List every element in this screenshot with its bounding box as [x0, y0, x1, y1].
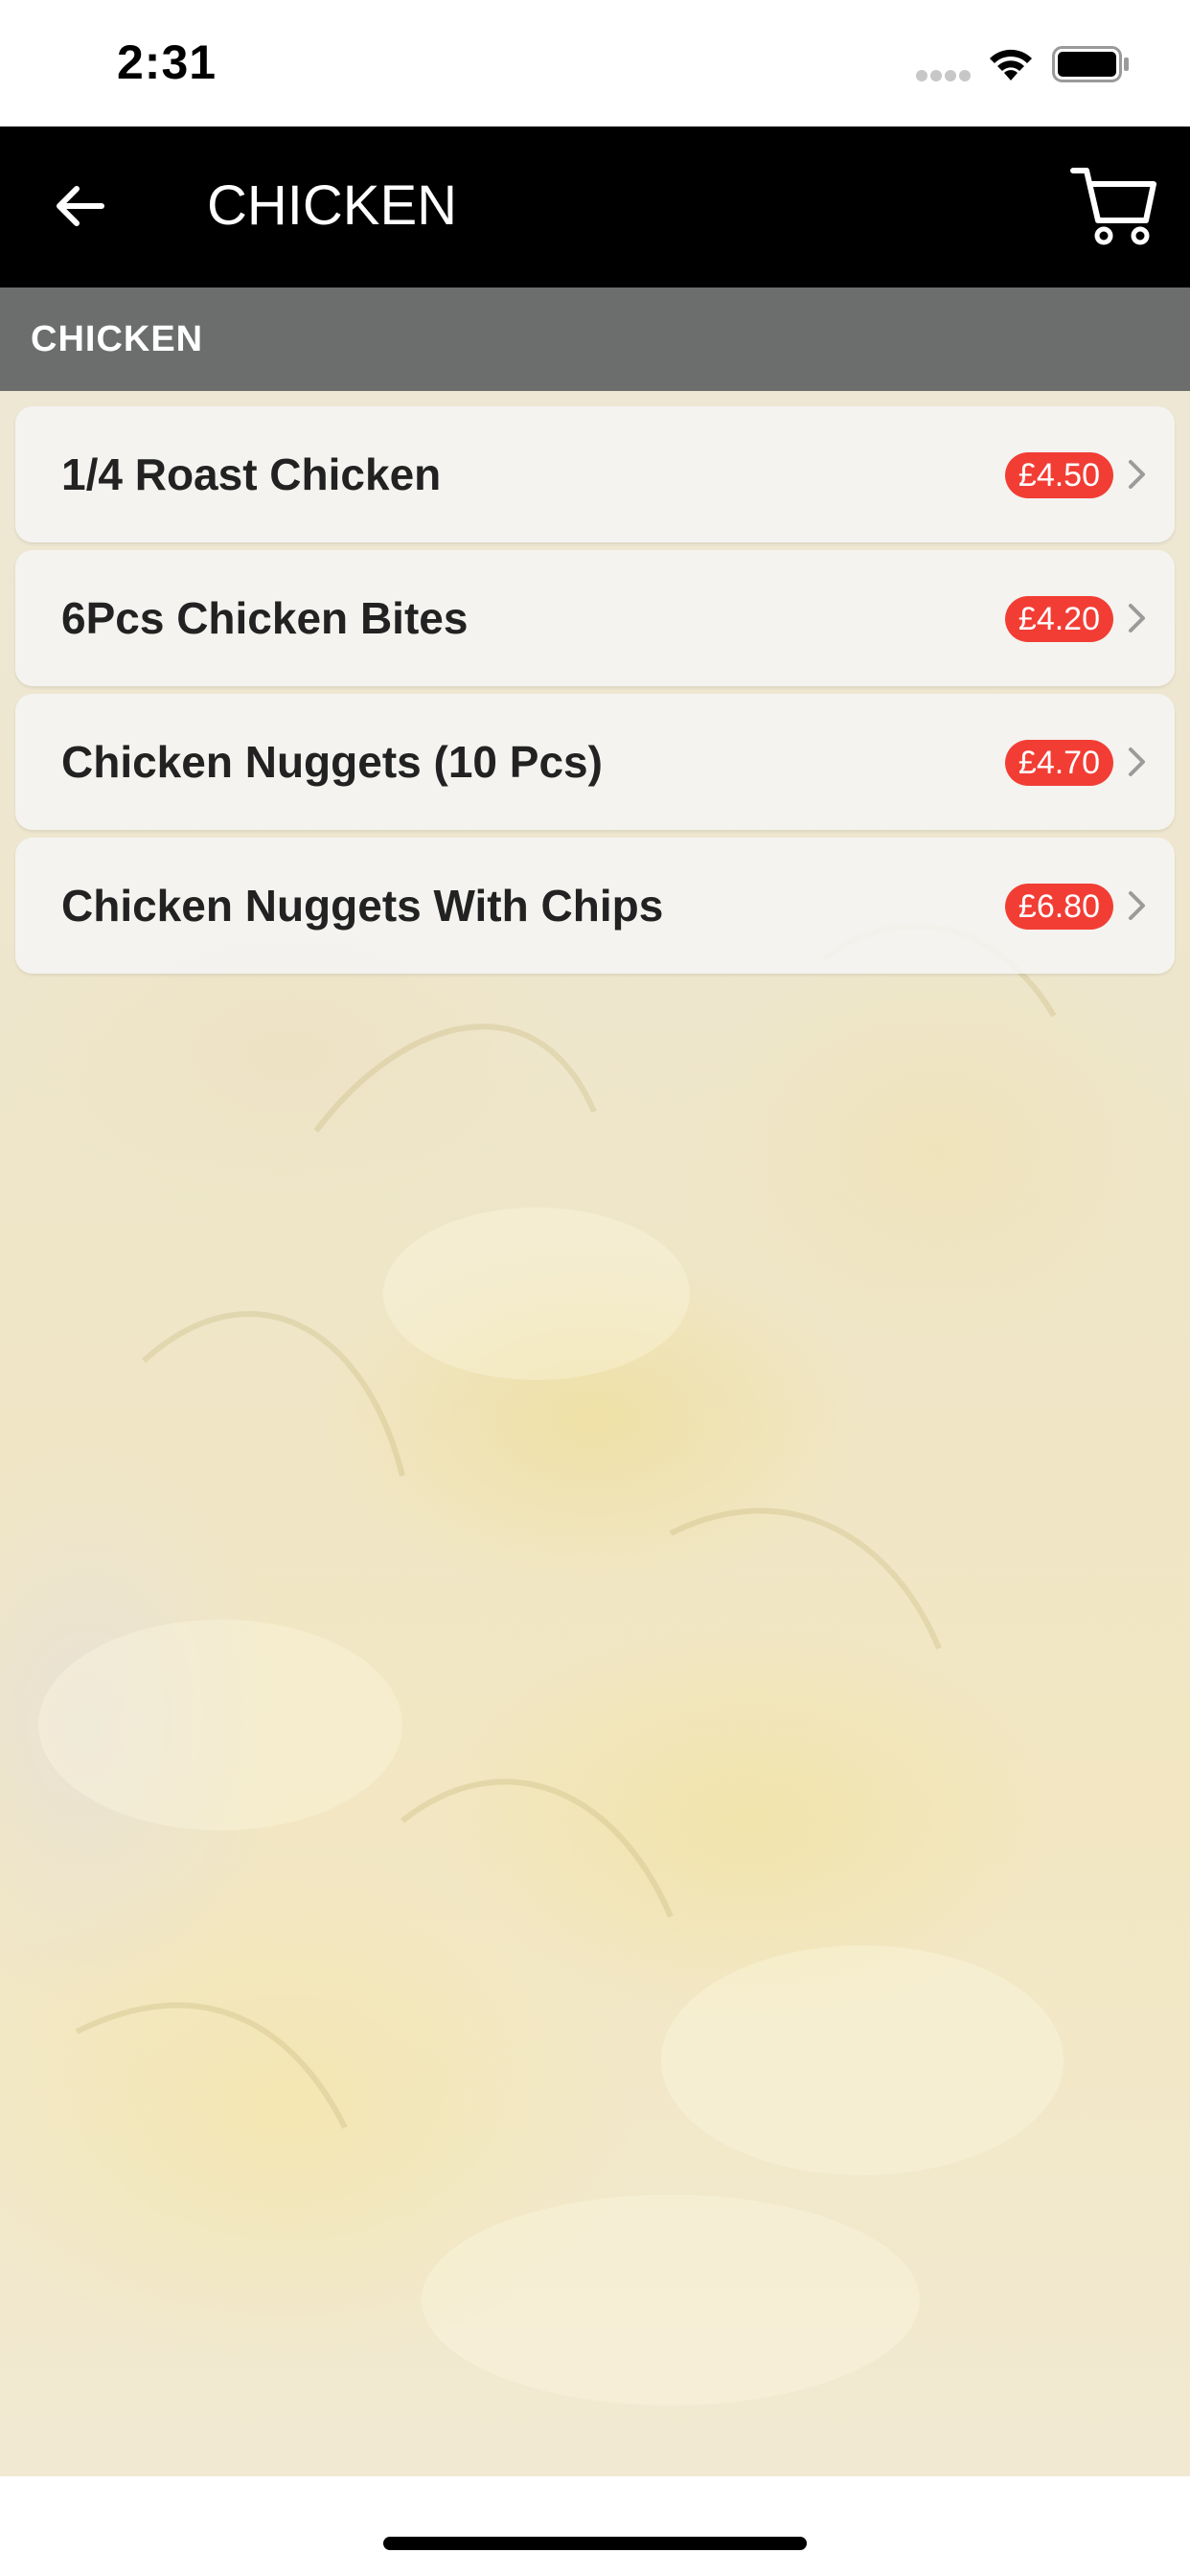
menu-item-row[interactable]: 6Pcs Chicken Bites £4.20 — [15, 550, 1175, 686]
wifi-icon — [990, 49, 1032, 80]
menu-item-name: 1/4 Roast Chicken — [61, 449, 442, 499]
price-badge: £4.20 — [1004, 596, 1113, 642]
menu-item-row[interactable]: 1/4 Roast Chicken £4.50 — [15, 406, 1175, 542]
menu-content[interactable]: CHICKEN 1/4 Roast Chicken £4.50 6Pcs Chi… — [0, 288, 1190, 2476]
section-header: CHICKEN — [0, 288, 1190, 391]
home-indicator[interactable] — [383, 2537, 807, 2550]
bottom-safe-area — [0, 2476, 1190, 2576]
chevron-right-icon — [1129, 748, 1145, 776]
shopping-cart-icon — [1070, 168, 1156, 245]
menu-item-row[interactable]: Chicken Nuggets With Chips £6.80 — [15, 838, 1175, 974]
price-badge: £4.50 — [1004, 452, 1113, 498]
back-button[interactable] — [46, 172, 113, 240]
nav-bar — [0, 126, 1190, 288]
arrow-left-icon — [57, 186, 104, 226]
price-badge: £4.70 — [1004, 740, 1113, 786]
menu-item-name: 6Pcs Chicken Bites — [61, 593, 469, 643]
cart-button[interactable] — [1069, 165, 1157, 247]
battery-icon — [1052, 46, 1129, 82]
chevron-right-icon — [1129, 604, 1145, 632]
price-badge: £6.80 — [1004, 884, 1113, 930]
page-title: CHICKEN — [207, 174, 458, 237]
chevron-right-icon — [1129, 891, 1145, 920]
status-time: 2:31 — [117, 35, 217, 89]
chevron-right-icon — [1129, 460, 1145, 489]
menu-item-name: Chicken Nuggets With Chips — [61, 881, 664, 931]
menu-item-name: Chicken Nuggets (10 Pcs) — [61, 737, 603, 787]
menu-item-row[interactable]: Chicken Nuggets (10 Pcs) £4.70 — [15, 694, 1175, 830]
section-label: CHICKEN — [31, 319, 204, 359]
status-bar: 2:31 — [0, 0, 1190, 126]
cellular-signal-icon — [916, 70, 971, 81]
